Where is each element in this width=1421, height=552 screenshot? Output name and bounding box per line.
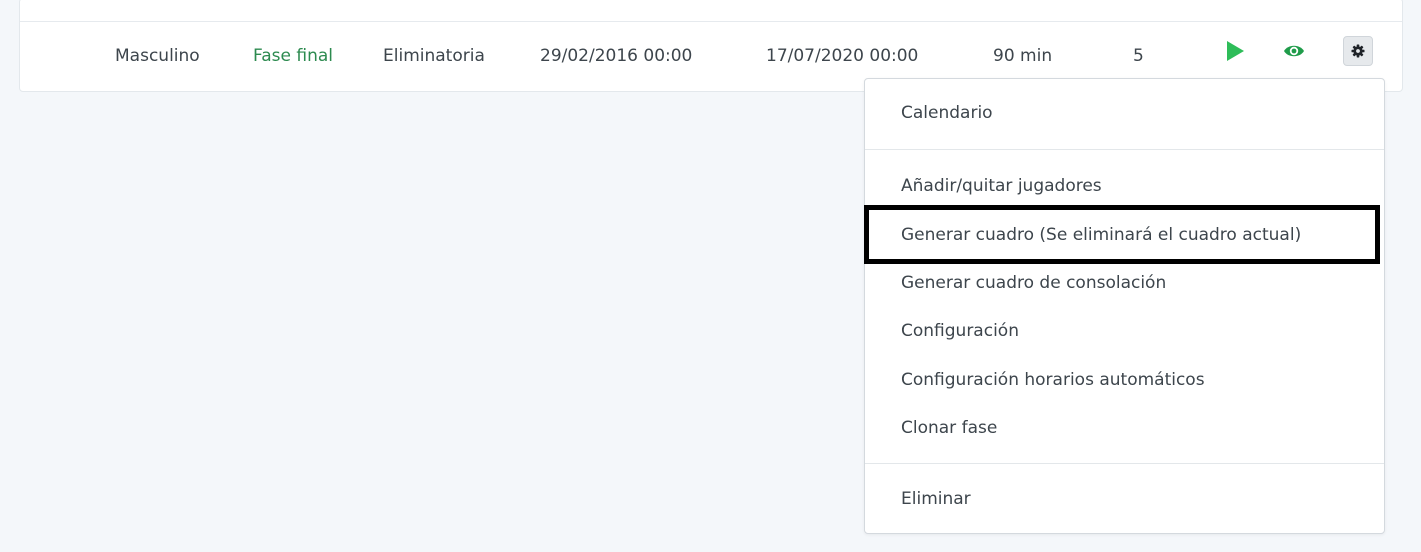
gear-icon xyxy=(1351,44,1365,58)
menu-item-clone-phase[interactable]: Clonar fase xyxy=(865,408,1384,448)
settings-dropdown-menu: Calendario Añadir/quitar jugadores Gener… xyxy=(864,78,1385,534)
menu-item-generate-bracket[interactable]: Generar cuadro (Se eliminará el cuadro a… xyxy=(865,215,1384,255)
play-button[interactable] xyxy=(1224,40,1246,62)
menu-item-configuration[interactable]: Configuración xyxy=(865,311,1384,351)
settings-button[interactable] xyxy=(1343,36,1373,66)
eye-icon xyxy=(1284,45,1304,57)
menu-divider xyxy=(865,463,1384,464)
phase-link[interactable]: Fase final xyxy=(253,46,333,66)
menu-item-auto-schedule-config[interactable]: Configuración horarios automáticos xyxy=(865,360,1384,400)
gender-cell: Masculino xyxy=(115,46,200,66)
play-icon xyxy=(1227,41,1244,61)
menu-item-calendario[interactable]: Calendario xyxy=(865,93,1384,133)
menu-item-generate-consolation[interactable]: Generar cuadro de consolación xyxy=(865,263,1384,303)
start-date-cell: 29/02/2016 00:00 xyxy=(540,46,693,66)
duration-cell: 90 min xyxy=(993,46,1053,66)
row-divider xyxy=(20,21,1402,22)
menu-divider xyxy=(865,149,1384,150)
end-date-cell: 17/07/2020 00:00 xyxy=(766,46,919,66)
view-button[interactable] xyxy=(1282,40,1306,62)
menu-item-delete[interactable]: Eliminar xyxy=(865,479,1384,519)
count-cell: 5 xyxy=(1133,46,1144,66)
menu-item-add-remove-players[interactable]: Añadir/quitar jugadores xyxy=(865,166,1384,206)
type-cell: Eliminatoria xyxy=(383,46,485,66)
